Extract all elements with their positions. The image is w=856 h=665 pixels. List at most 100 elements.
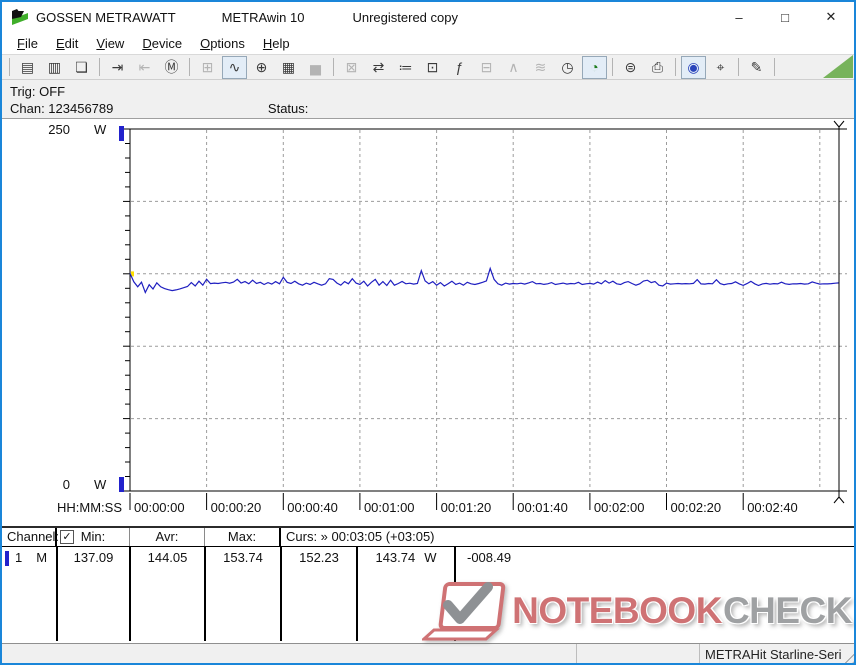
save-setup-icon[interactable]: ▥ xyxy=(42,56,67,79)
print-icon[interactable]: ⎙ xyxy=(645,56,670,79)
y-axis-unit-top: W xyxy=(94,122,107,137)
wave-single-icon[interactable]: ∧ xyxy=(501,56,526,79)
toolbar-separator xyxy=(675,58,676,76)
channel-scale-marker-bottom xyxy=(119,477,124,492)
toolbar-separator xyxy=(189,58,190,76)
zoom-pointer-icon[interactable]: ⌖ xyxy=(708,56,733,79)
open-file-icon[interactable]: ❏ xyxy=(69,56,94,79)
avr-value: 144.05 xyxy=(147,550,188,565)
toolbar-corner-triangle xyxy=(823,55,853,78)
menu-options[interactable]: Options xyxy=(191,34,254,53)
x-tick-label: 00:01:40 xyxy=(517,500,568,515)
cursor1-value: 152.23 xyxy=(299,550,339,565)
x-tick-label: 00:00:00 xyxy=(134,500,185,515)
x-tick-label: 00:00:20 xyxy=(210,500,262,515)
watermark-check-text: CHECK xyxy=(722,590,853,631)
window-controls: – □ ✕ xyxy=(716,2,854,32)
toolbar-separator xyxy=(99,58,100,76)
toolbar-separator xyxy=(9,58,10,76)
y-axis-unit-bottom: W xyxy=(94,477,107,492)
statusbar-panel-1 xyxy=(2,644,577,663)
header-min: ✓ Min: xyxy=(57,528,130,546)
title-product-name: METRAwin 10 xyxy=(221,9,305,25)
header-channel: Channel: xyxy=(2,528,59,546)
title-bar: GOSSEN METRAWATT METRAwin 10 Unregistere… xyxy=(2,2,854,32)
menu-file[interactable]: File xyxy=(8,34,47,53)
maximize-button[interactable]: □ xyxy=(762,2,808,32)
app-logo-icon xyxy=(12,9,28,25)
channel-settings-icon[interactable]: ≔ xyxy=(393,56,418,79)
x-tick-label: 00:02:40 xyxy=(747,500,798,515)
header-max: Max: xyxy=(205,528,281,546)
minimize-button[interactable]: – xyxy=(716,2,762,32)
x-axis-format-label: HH:MM:SS xyxy=(57,500,122,515)
wave-dense-icon[interactable]: ≋ xyxy=(528,56,553,79)
channel-color-bar xyxy=(5,550,9,566)
status-bar: METRAHit Starline-Seri xyxy=(2,643,854,663)
channel-visible-checkbox[interactable]: ✓ xyxy=(60,530,74,544)
menu-device[interactable]: Device xyxy=(133,34,191,53)
toolbar-separator xyxy=(738,58,739,76)
toolbar-separator xyxy=(333,58,334,76)
delta-value: -008.49 xyxy=(467,550,512,565)
comment-icon[interactable]: ✎ xyxy=(744,56,769,79)
menu-help[interactable]: Help xyxy=(254,34,299,53)
y-axis-min-label: 0 xyxy=(62,477,70,492)
title-license-status: Unregistered copy xyxy=(352,9,458,25)
watermark-notebook-text: NOTEBOOK xyxy=(512,590,722,631)
stopwatch-icon[interactable]: ◔ xyxy=(582,55,607,79)
curve-chart-icon[interactable]: ∿ xyxy=(222,55,247,79)
formula-icon[interactable]: ƒ xyxy=(447,56,472,79)
toolbar: ▤ ▥ ❏ ⇥ ⇤ Ⓜ ⊞ ∿ ⊕ ▦ ▅ ⊠ ⇄ ≔ ⊡ ƒ ⊟ ∧ ≋ ◷ ◔ ⊜ ⎙ ◉ ⌖ ✎ xyxy=(2,54,854,80)
header-avr: Avr: xyxy=(130,528,205,546)
cursor2-value: 143.74 W xyxy=(375,550,437,565)
title-app-name: GOSSEN METRAWATT xyxy=(36,9,176,25)
unit-label: W xyxy=(424,550,437,565)
statusbar-device-panel: METRAHit Starline-Seri xyxy=(700,644,854,663)
numeric-display-icon[interactable]: ⊞ xyxy=(195,56,220,79)
header-cursor: Curs: » 00:03:05 (+03:05) xyxy=(286,529,435,544)
device-panel-icon[interactable]: ⊟ xyxy=(474,56,499,79)
read-device-icon[interactable]: ⇄ xyxy=(366,56,391,79)
max-value: 153.74 xyxy=(223,550,263,565)
channel-list: Chan: 123456789 xyxy=(10,101,114,116)
connected-device-name: METRAHit Starline-Seri xyxy=(705,647,842,662)
acquisition-status-panel: Trig: OFF Chan: 123456789 Status: Browsi… xyxy=(2,80,854,150)
device-connect-icon[interactable]: ⇥ xyxy=(105,56,130,79)
zoom-curve-icon[interactable]: ◉ xyxy=(681,55,706,79)
cursor-crosshair-icon[interactable]: ⊕ xyxy=(249,56,274,79)
statusbar-panel-2 xyxy=(577,644,700,663)
data-table-icon[interactable]: ▦ xyxy=(276,56,301,79)
statistics-body: 1 M 137.09 144.05 153.74 152.23 143.74 W … xyxy=(2,547,854,641)
menu-bar: File Edit View Device Options Help xyxy=(2,32,854,54)
chart-canvas[interactable] xyxy=(2,119,854,526)
device-memory-icon[interactable]: Ⓜ xyxy=(159,56,184,79)
status-label: Status: xyxy=(267,101,309,116)
print-preview-icon[interactable]: ⊜ xyxy=(618,56,643,79)
channel-mode: M xyxy=(36,550,48,565)
save-data-icon[interactable]: ▤ xyxy=(15,56,40,79)
histogram-icon[interactable]: ▅ xyxy=(303,56,328,79)
toolbar-separator xyxy=(774,58,775,76)
device-disconnect-icon[interactable]: ⇤ xyxy=(132,56,157,79)
notebookcheck-laptop-icon xyxy=(422,582,506,641)
x-tick-label: 00:02:00 xyxy=(593,500,645,515)
export-data-icon[interactable]: ⊠ xyxy=(339,56,364,79)
chart-panel: 250 W 0 W HH:MM:SS 00:00:00 00:00:20 00:00… xyxy=(2,119,854,526)
live-monitor-icon[interactable]: ⊡ xyxy=(420,56,445,79)
min-value: 137.09 xyxy=(73,550,114,565)
time-clock-icon[interactable]: ◷ xyxy=(555,56,580,79)
app-window: GOSSEN METRAWATT METRAwin 10 Unregistere… xyxy=(0,0,856,665)
resize-grip[interactable] xyxy=(840,651,854,663)
menu-edit[interactable]: Edit xyxy=(47,34,87,53)
notebookcheck-watermark: NOTEBOOK CHECK xyxy=(422,581,853,641)
channel-scale-marker-top xyxy=(119,126,124,141)
statistics-header-row: Channel: ✓ Min: Avr: Max: Curs: » 00:03:… xyxy=(2,528,854,547)
close-button[interactable]: ✕ xyxy=(808,2,854,32)
trigger-status: Trig: OFF xyxy=(10,84,66,99)
x-tick-label: 00:00:40 xyxy=(287,500,338,515)
menu-view[interactable]: View xyxy=(87,34,133,53)
x-tick-label: 00:01:00 xyxy=(363,500,415,515)
channel-statistics-panel: Channel: ✓ Min: Avr: Max: Curs: » 00:03:… xyxy=(2,526,854,643)
channel-number: 1 xyxy=(15,550,23,565)
